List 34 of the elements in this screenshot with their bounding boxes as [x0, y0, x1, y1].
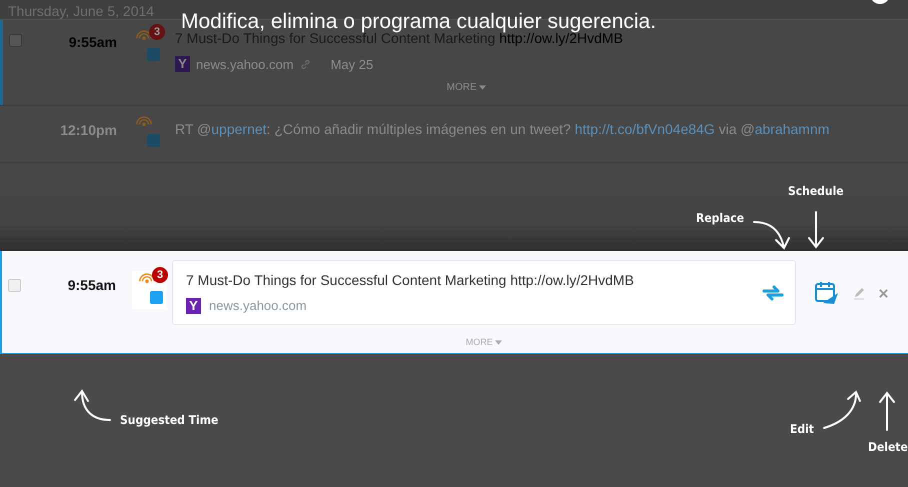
close-icon[interactable] — [878, 288, 889, 298]
post-time: 9:55am — [68, 33, 117, 52]
post-time: 12:10pm — [59, 121, 117, 140]
annotation-label: Replace — [696, 211, 744, 225]
post-date: May 25 — [330, 56, 374, 72]
broadcast-icon — [135, 30, 153, 43]
source-logo: Y — [186, 298, 201, 314]
post-title: 7 Must-Do Things for Successful Content Marketing http://ow.ly/2HvdMB — [186, 272, 635, 288]
source-domain: news.yahoo.com — [209, 298, 307, 313]
annotation-label: Suggested Time — [120, 413, 218, 427]
link-icon — [300, 58, 311, 70]
caret-icon — [479, 84, 486, 90]
more-toggle[interactable]: MORE — [466, 337, 502, 347]
source-domain: news.yahoo.com — [196, 56, 294, 72]
annotation-label: Delete — [868, 440, 908, 454]
down-arrow — [806, 210, 826, 250]
pencil-icon[interactable] — [852, 286, 866, 300]
suggested-time: 9:55am — [66, 276, 116, 295]
count-badge: 3 — [152, 267, 168, 283]
broadcast-icon — [138, 273, 156, 286]
source-logo: Y — [175, 56, 190, 72]
more-toggle[interactable]: MORE — [446, 82, 486, 93]
count-badge: 3 — [149, 24, 165, 40]
checkbox[interactable] — [9, 34, 22, 47]
caret-icon — [495, 340, 502, 346]
replace-icon[interactable] — [761, 282, 785, 302]
calendar-icon[interactable] — [814, 280, 840, 306]
curved-arrow — [72, 388, 112, 424]
curved-arrow — [822, 390, 864, 430]
up-arrow — [876, 390, 898, 432]
post-title: RT @uppernet: ¿Cómo añadir múltiples imágenes en un tweet? http://t.co/bfVn04e84G via @abrahamnm — [175, 120, 830, 139]
annotation-label: Edit — [790, 422, 814, 436]
broadcast-icon — [135, 116, 153, 129]
annotation-label: Schedule — [788, 184, 844, 198]
